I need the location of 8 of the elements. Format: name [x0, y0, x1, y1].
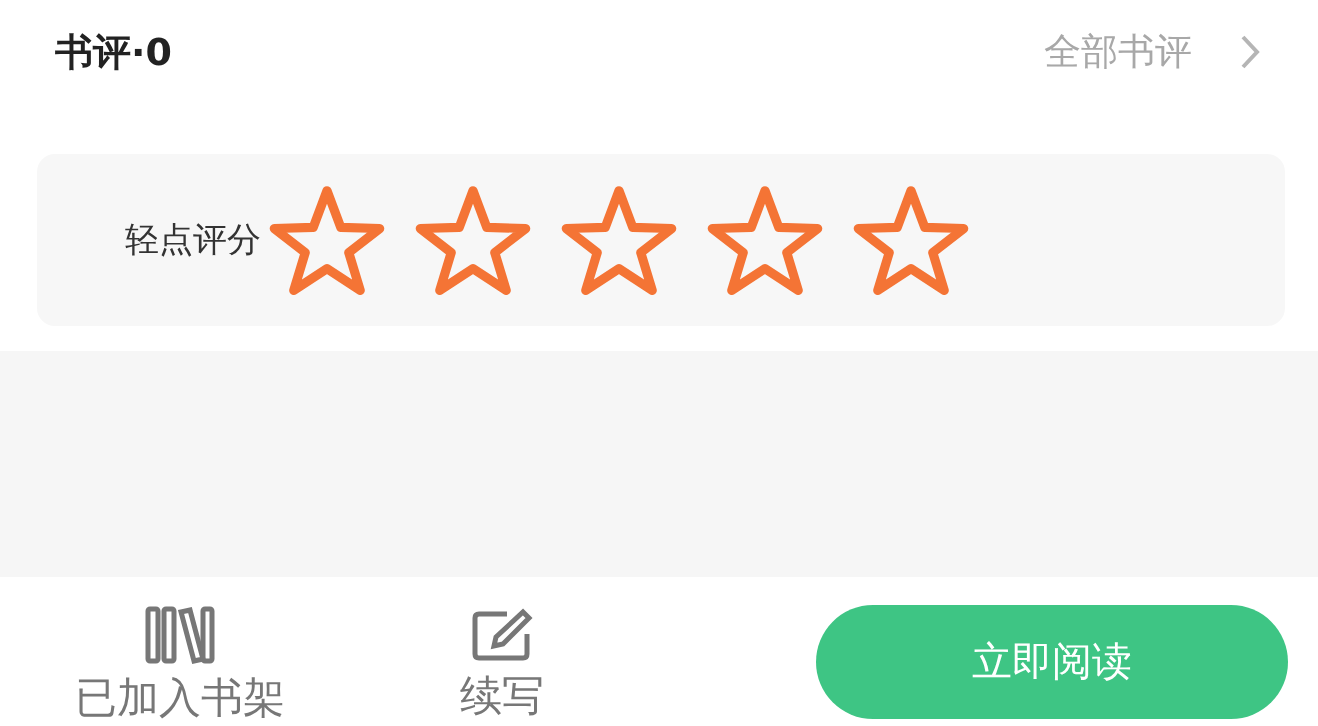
rating-label: 轻点评分 [125, 218, 261, 261]
chevron-right-icon [1240, 34, 1260, 70]
bookshelf-icon[interactable] [145, 605, 215, 664]
all-reviews-link[interactable]: 全部书评 [1044, 27, 1260, 77]
action-label[interactable]: 续写 [460, 667, 544, 724]
section-title: 书评·0 [55, 28, 172, 76]
edit-icon[interactable] [471, 607, 533, 662]
action-label[interactable]: 已加入书架 [75, 669, 285, 726]
